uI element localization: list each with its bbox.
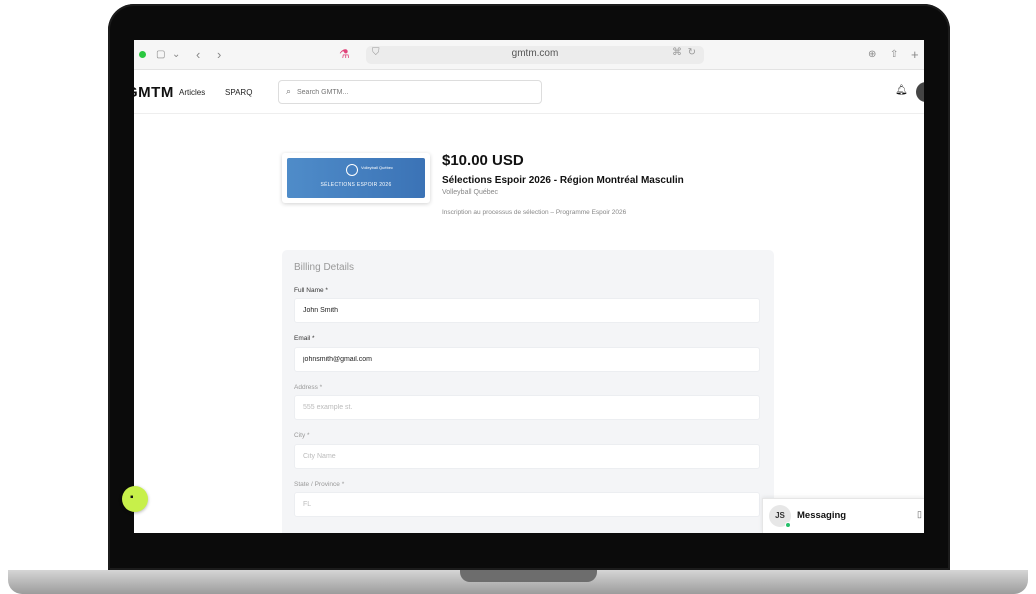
volleyball-logo-icon <box>346 164 358 176</box>
email-label: Email * <box>294 335 315 342</box>
site-logo[interactable]: GMTM <box>134 84 174 101</box>
chat-icon: ▪ <box>130 492 134 503</box>
chevron-down-icon[interactable]: ⌄ <box>172 47 180 63</box>
address-field[interactable] <box>294 395 760 420</box>
state-province-field[interactable] <box>294 492 760 517</box>
email-field[interactable] <box>294 347 760 372</box>
nav-link-articles[interactable]: Articles <box>179 88 205 97</box>
new-tab-icon[interactable]: + <box>911 47 919 63</box>
browser-toolbar: ▢ ⌄ ‹ › ⚗ ⛉ gmtm.com ⌘ ↻ ⊕ ⇧ + <box>134 40 924 70</box>
billing-heading: Billing Details <box>294 262 355 273</box>
product-image: Volleyball Québec SÉLECTIONS ESPOIR 2026 <box>282 153 430 203</box>
messaging-label: Messaging <box>797 510 847 521</box>
expand-icon[interactable]: ▯ <box>917 509 922 520</box>
lab-flask-icon[interactable]: ⚗ <box>339 47 350 61</box>
reload-icon[interactable]: ↻ <box>688 47 696 58</box>
bell-icon[interactable]: 🔔︎ <box>895 85 908 96</box>
banner-title: SÉLECTIONS ESPOIR 2026 <box>320 182 392 188</box>
product-price: $10.00 USD <box>442 152 524 169</box>
window-zoom-button[interactable] <box>139 51 146 58</box>
event-banner: Volleyball Québec SÉLECTIONS ESPOIR 2026 <box>287 158 425 198</box>
translate-icon[interactable]: ⌘ <box>672 47 682 58</box>
product-title: Sélections Espoir 2026 - Région Montréal… <box>442 175 684 186</box>
laptop-mockup: ▢ ⌄ ‹ › ⚗ ⛉ gmtm.com ⌘ ↻ ⊕ ⇧ + GMTM Arti… <box>0 0 1036 594</box>
city-field[interactable] <box>294 444 760 469</box>
search-icon: ⌕ <box>286 86 292 96</box>
banner-org: Volleyball Québec <box>361 165 394 170</box>
screen: ▢ ⌄ ‹ › ⚗ ⛉ gmtm.com ⌘ ↻ ⊕ ⇧ + GMTM Arti… <box>134 40 924 533</box>
online-status-dot <box>785 522 791 528</box>
search-input[interactable] <box>297 85 527 99</box>
address-bar[interactable]: ⛉ gmtm.com ⌘ ↻ <box>366 46 704 64</box>
avatar[interactable] <box>916 82 924 102</box>
city-label: City * <box>294 432 310 439</box>
back-icon[interactable]: ‹ <box>196 47 200 63</box>
sidebar-icon[interactable]: ▢ <box>156 47 165 63</box>
nav-link-sparq[interactable]: SPARQ <box>225 88 252 97</box>
share-icon[interactable]: ⇧ <box>890 47 898 63</box>
url-text: gmtm.com <box>511 48 559 59</box>
messaging-widget[interactable]: JS Messaging ▯ <box>762 498 924 533</box>
address-label: Address * <box>294 384 323 391</box>
full-name-label: Full Name * <box>294 287 328 294</box>
laptop-notch <box>460 570 597 582</box>
state-province-label: State / Province * <box>294 481 345 488</box>
search-box[interactable]: ⌕ <box>278 80 542 104</box>
product-description: Inscription au processus de sélection – … <box>442 209 627 216</box>
billing-details-card: Billing Details Full Name * Email * Addr… <box>282 250 774 533</box>
site-header: GMTM Articles SPARQ ⌕ 🔔︎ <box>134 70 924 114</box>
forward-icon[interactable]: › <box>217 47 221 63</box>
download-icon[interactable]: ⊕ <box>868 47 876 63</box>
help-chat-button[interactable]: ▪ <box>122 486 148 512</box>
full-name-field[interactable] <box>294 298 760 323</box>
product-organization: Volleyball Québec <box>442 189 499 196</box>
